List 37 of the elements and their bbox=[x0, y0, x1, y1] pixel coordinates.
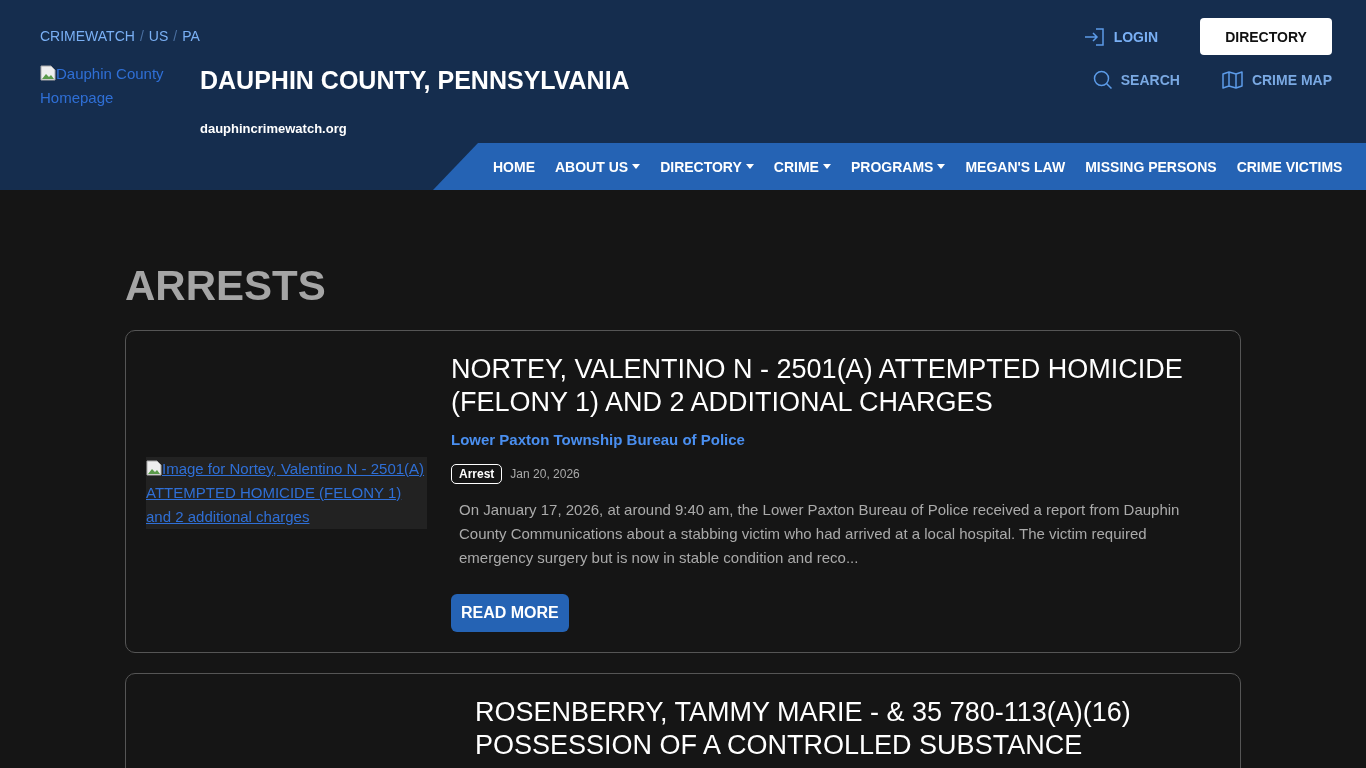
nav-link[interactable]: DIRECTORY bbox=[660, 158, 754, 175]
search-icon bbox=[1092, 70, 1113, 90]
caret-icon bbox=[822, 164, 831, 169]
login-link[interactable]: LOGIN bbox=[1083, 26, 1158, 47]
breadcrumb-link[interactable]: PA bbox=[182, 28, 200, 44]
nav-link[interactable]: MEGAN'S LAW bbox=[965, 158, 1066, 175]
post-title[interactable]: NORTEY, VALENTINO N - 2501(A) ATTEMPTED HOMICIDE (FELONY 1) AND 2 ADDITIONAL CHARGES bbox=[451, 353, 1220, 419]
agency-link[interactable]: Lower Paxton Township Bureau of Police bbox=[451, 431, 1220, 448]
site-title: DAUPHIN COUNTY, PENNSYLVANIA bbox=[200, 66, 630, 95]
nav-link[interactable]: CRIME bbox=[773, 158, 831, 175]
site-url: dauphincrimewatch.org bbox=[200, 121, 348, 136]
crime-map-link[interactable]: CRIME MAP bbox=[1221, 70, 1332, 90]
search-link[interactable]: SEARCH bbox=[1092, 70, 1180, 90]
nav-link[interactable]: ABOUT US bbox=[555, 158, 641, 175]
nav-link[interactable]: HOME bbox=[493, 158, 535, 175]
nav-link[interactable]: PROGRAMS bbox=[850, 158, 946, 175]
map-icon bbox=[1221, 70, 1244, 90]
breadcrumb-link[interactable]: US bbox=[148, 28, 169, 44]
caret-icon bbox=[745, 164, 754, 169]
directory-button[interactable]: DIRECTORY bbox=[1200, 18, 1332, 55]
page-title: ARRESTS bbox=[125, 262, 327, 310]
nav-link[interactable]: CRIME VICTIMS bbox=[1236, 158, 1343, 175]
caret-icon bbox=[632, 164, 641, 169]
breadcrumb-separator: / bbox=[139, 28, 144, 44]
broken-image-icon bbox=[40, 65, 56, 81]
post-excerpt: On January 17, 2026, at around 9:40 am, the Lower Paxton Bureau of Police received a report from Dauphin County Communications about a stabbing victim who had arrived at a local hospital. The victim required emergency surgery but is now in stable condition and reco... bbox=[458, 500, 1181, 568]
breadcrumb-separator: / bbox=[173, 28, 178, 44]
login-icon bbox=[1083, 26, 1106, 47]
breadcrumb-link[interactable]: CRIMEWATCH bbox=[40, 28, 135, 44]
nav-link[interactable]: MISSING PERSONS bbox=[1085, 158, 1217, 175]
post-date: Jan 20, 2026 bbox=[510, 467, 580, 481]
caret-icon bbox=[937, 164, 946, 169]
read-more-button[interactable]: READ MORE bbox=[451, 594, 569, 632]
broken-image-icon bbox=[146, 459, 162, 476]
category-tag: Arrest bbox=[451, 464, 503, 484]
image-alt-link[interactable]: Image for Nortey, Valentino N - 2501(A) ATTEMPTED HOMICIDE (FELONY 1) and 2 additional charges bbox=[146, 456, 427, 529]
post-title[interactable]: ROSENBERRY, TAMMY MARIE - & 35 780-113(A)(16) POSSESSION OF A CONTROLLED SUBSTANCE bbox=[475, 696, 1220, 762]
